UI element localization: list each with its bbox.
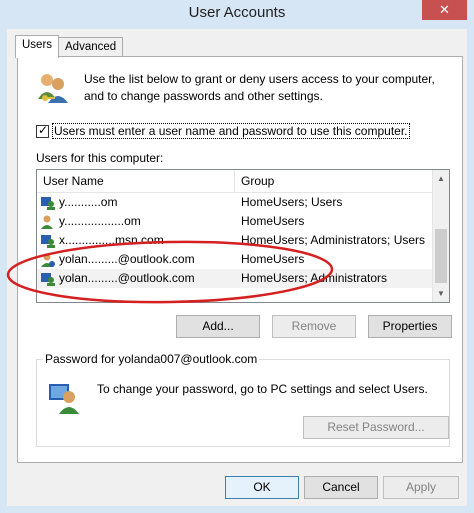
user-icon (41, 253, 55, 267)
scroll-down-icon[interactable]: ▼ (433, 285, 449, 302)
list-item[interactable]: y..................om HomeUsers (37, 212, 433, 231)
list-item[interactable]: yolan.........@outlook.com HomeUsers; Ad… (37, 269, 433, 288)
checkmark-icon: ✓ (38, 122, 49, 137)
title-bar[interactable]: User Accounts ✕ (0, 0, 474, 29)
scroll-thumb[interactable] (435, 229, 447, 283)
require-login-label[interactable]: Users must enter a user name and passwor… (52, 123, 410, 139)
list-item[interactable]: yolan.........@outlook.com HomeUsers (37, 250, 433, 269)
window-title: User Accounts (188, 4, 286, 21)
user-icon (41, 197, 55, 210)
user-icon (41, 235, 55, 248)
column-group[interactable]: Group (235, 170, 433, 193)
apply-button[interactable]: Apply (383, 476, 459, 499)
list-scrollbar[interactable]: ▲ ▼ (432, 170, 449, 302)
user-icon (41, 215, 53, 229)
add-button[interactable]: Add... (176, 315, 260, 338)
cancel-button[interactable]: Cancel (304, 476, 378, 499)
require-login-checkbox[interactable]: ✓ (36, 122, 49, 138)
row-group: HomeUsers (241, 252, 305, 266)
users-list[interactable]: User Name Group y...........om HomeUsers… (36, 169, 450, 303)
ok-button[interactable]: OK (225, 476, 299, 499)
user-icon (41, 273, 55, 286)
users-list-label: Users for this computer: (36, 151, 164, 165)
password-groupbox-title: Password for yolanda007@outlook.com (43, 352, 260, 366)
password-groupbox: Password for yolanda007@outlook.com To c… (36, 352, 450, 447)
row-user-name: y...........om (59, 195, 118, 209)
scroll-up-icon[interactable]: ▲ (433, 170, 449, 187)
row-user-name: yolan.........@outlook.com (59, 252, 195, 266)
properties-button[interactable]: Properties (368, 315, 452, 338)
list-header: User Name Group (37, 170, 433, 193)
user-accounts-dialog: User Accounts ✕ Users Advanced Use the l… (0, 0, 474, 513)
tab-users[interactable]: Users (15, 35, 60, 58)
row-group: HomeUsers; Administrators; Users (241, 233, 426, 247)
user-settings-icon (49, 384, 79, 414)
row-user-name: yolan.........@outlook.com (59, 271, 195, 285)
users-tab-panel: Use the list below to grant or deny user… (17, 56, 463, 463)
users-icon (38, 74, 68, 103)
tab-advanced[interactable]: Advanced (58, 37, 124, 57)
row-user-name: x...............msn.com (59, 233, 164, 247)
close-button[interactable]: ✕ (422, 0, 467, 20)
remove-button[interactable]: Remove (272, 315, 356, 338)
row-group: HomeUsers (241, 214, 305, 228)
list-item[interactable]: y...........om HomeUsers; Users (37, 193, 433, 212)
require-login-row[interactable]: ✓ Users must enter a user name and passw… (36, 123, 410, 139)
dialog-footer: OK Cancel Apply (7, 466, 467, 506)
row-user-name: y..................om (59, 214, 141, 228)
row-group: HomeUsers; Administrators (241, 271, 388, 285)
list-item[interactable]: x...............msn.com HomeUsers; Admin… (37, 231, 433, 250)
password-info-text: To change your password, go to PC settin… (97, 382, 428, 396)
column-user-name[interactable]: User Name (37, 170, 235, 193)
reset-password-button[interactable]: Reset Password... (303, 416, 449, 439)
intro-text: Use the list below to grant or deny user… (84, 72, 435, 103)
row-group: HomeUsers; Users (241, 195, 343, 209)
